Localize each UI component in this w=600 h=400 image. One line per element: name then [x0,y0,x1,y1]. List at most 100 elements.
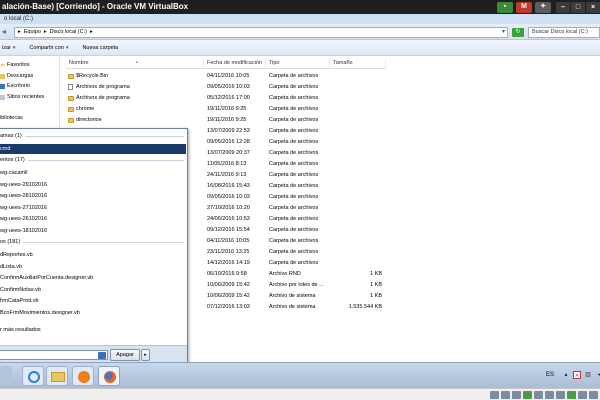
close-button[interactable]: × [586,1,600,13]
nav-item-desktop[interactable]: Escritorio [0,83,30,89]
file-row[interactable]: $Recycle.Bin 04/11/2016 10:05 Carpeta de a… [66,71,386,82]
share-button[interactable]: Compartir con ▾ [29,45,68,51]
start-result-document[interactable]: wg-uees-26102016 [0,214,186,224]
file-date: 09/12/2016 15:54 [207,227,250,233]
action-center-flag-icon[interactable]: ✕ [573,371,581,379]
file-date: 19/11/2016 9:25 [207,117,247,123]
address-dropdown-icon[interactable]: ▾ [502,28,505,37]
organize-label: izar [2,44,11,51]
optical-drive-icon[interactable] [501,391,510,399]
start-result-document[interactable]: wg-cacamil [0,168,186,178]
start-result-file[interactable]: BcoFrmMovimientos.designer.vb [0,308,186,318]
nav-item-favorites[interactable]: Favoritos [0,62,30,68]
refresh-icon[interactable]: ↻ [512,28,524,37]
new-folder-button[interactable]: Nueva carpeta [82,45,118,51]
start-result-file[interactable]: ConfirmNotas.vb [0,285,186,295]
mail-tray-icon[interactable]: M [516,1,532,13]
host-key-icon[interactable] [589,391,598,399]
file-row[interactable]: chrome 19/11/2016 9:25 Carpeta de archivos [66,104,386,115]
file-type: Carpeta de archivos [269,249,319,255]
file-type: Carpeta de archivos [269,150,319,156]
taskbar-internet-explorer[interactable] [22,366,44,386]
file-size [330,225,386,236]
volume-icon[interactable]: ◂ [595,371,600,379]
file-type: Carpeta de archivos [269,172,319,178]
address-bar: ◂ ▸ Equipo ▸ Disco local (C:) ▸ ▾ ↻ Busc… [0,24,600,40]
breadcrumb[interactable]: ▸ Equipo ▸ Disco local (C:) ▸ ▾ [14,27,508,38]
nav-item-label: Sitios recientes [7,94,45,100]
start-search-input[interactable] [0,350,108,360]
file-size: 1 KB [370,282,382,288]
file-type: Carpeta de archivos [269,84,319,90]
start-result-document[interactable]: wg-uees-18102016 [0,226,186,236]
shutdown-options-arrow-icon[interactable]: ▸ [141,349,150,361]
organize-button[interactable]: izar ▾ [2,45,15,51]
file-type: Archivo por lotes de ... [269,282,324,288]
start-result-file[interactable]: frmCataProd.vb [0,296,186,306]
column-header-type[interactable]: Tipo [266,59,330,68]
search-input[interactable]: Buscar Disco local (C:) [528,27,600,38]
network-icon[interactable]: ▥ [584,371,592,379]
column-header-name[interactable]: Nombre ▴ [66,59,204,68]
file-size: 1 KB [370,271,382,277]
file-date: 04/11/2016 10:05 [207,73,250,79]
file-date: 23/11/2016 13:25 [207,249,250,255]
taskbar-firefox[interactable] [98,366,120,386]
file-row[interactable]: Archivos de programa 05/12/2016 17:00 Carp… [66,93,386,104]
file-type: Archivo RND [269,271,301,277]
documents-section-header: entos (17) [0,157,186,163]
start-result-document[interactable]: wg-uees-29102016 [0,180,186,190]
folder-icon [68,74,74,79]
shutdown-button[interactable]: Apagar [110,349,140,361]
new-folder-label: Nueva carpeta [82,44,119,51]
network-tray-icon[interactable]: ▪ [497,1,513,13]
file-size [330,126,386,137]
breadcrumb-disco-local[interactable]: Disco local (C:) [50,28,87,37]
taskbar-media-player[interactable] [72,366,94,386]
maximize-button[interactable]: □ [571,1,585,13]
column-header-date[interactable]: Fecha de modificación [204,59,266,68]
breadcrumb-sep-icon: ▸ [43,29,47,35]
search-icon[interactable] [98,352,106,359]
nav-item-downloads[interactable]: Descargas [0,73,33,79]
hard-disk-icon[interactable] [490,391,499,399]
start-result-document[interactable]: wg-uees-28102016 [0,191,186,201]
minimize-button[interactable]: – [556,1,570,13]
start-result-file[interactable]: ConfirmAuxiliarPorCuenta.designer.vb [0,273,186,283]
taskbar-windows-explorer[interactable] [46,366,68,386]
start-result-file[interactable]: dLista.vb [0,262,186,272]
nav-item-label: Favoritos [7,62,30,68]
file-name: $Recycle.Bin [66,71,204,82]
network-adapter-icon[interactable] [523,391,532,399]
folder-icon [68,96,74,101]
nav-item-libraries[interactable]: ibliotecas [0,115,23,121]
share-label: Compartir con [29,44,64,51]
file-type: Carpeta de archivos [269,260,319,266]
files-section-header: os (181) [0,239,186,245]
column-header-size[interactable]: Tamaño [330,59,386,68]
settings-tray-icon[interactable]: ✦ [535,1,551,13]
see-more-results-link[interactable]: r más resultados [0,327,41,333]
breadcrumb-equipo[interactable]: Equipo [24,28,41,37]
start-result-document[interactable]: wg-uees-27102016 [0,203,186,213]
navigation-pane: Favoritos Descargas Escritorio Sitios re… [0,56,60,128]
language-indicator[interactable]: ES [546,372,554,378]
vbox-device-icons [490,391,598,399]
file-date: 10/06/2009 15:42 [207,293,250,299]
start-result-file[interactable]: dReportes.vb [0,250,186,260]
display-icon[interactable] [556,391,565,399]
usb-icon[interactable] [534,391,543,399]
file-row[interactable]: Archivos de programa 09/05/2016 10:03 Carp… [66,82,386,93]
file-size [330,258,386,269]
nav-item-recent-places[interactable]: Sitios recientes [0,94,44,100]
shared-folders-icon[interactable] [545,391,554,399]
file-date: 10/06/2009 15:42 [207,282,250,288]
start-button[interactable] [0,366,12,386]
video-capture-icon[interactable] [567,391,576,399]
file-row[interactable]: directorioe 19/11/2016 9:25 Carpeta de arc… [66,115,386,126]
back-arrow-icon[interactable]: ◂ [2,27,12,37]
start-result-cmd[interactable]: cmd [0,144,186,154]
show-hidden-icons-icon[interactable]: ▴ [562,371,570,379]
audio-icon[interactable] [512,391,521,399]
cpu-icon[interactable] [578,391,587,399]
